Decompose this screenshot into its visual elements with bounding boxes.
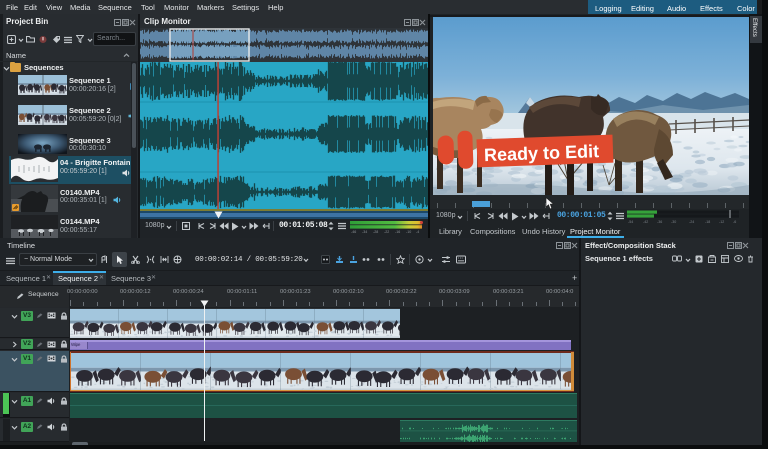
svg-text:-12: -12 <box>719 220 724 224</box>
svg-text:-16: -16 <box>395 230 400 234</box>
svg-text:-34: -34 <box>362 230 367 234</box>
svg-text:Effects: Effects <box>751 18 758 37</box>
svg-text:-54: -54 <box>628 220 633 224</box>
svg-text:-6: -6 <box>733 220 736 224</box>
svg-text:-22: -22 <box>384 230 389 234</box>
svg-text:Ready to Edit: Ready to Edit <box>484 141 600 165</box>
svg-text:-10: -10 <box>406 230 411 234</box>
svg-text:-4: -4 <box>416 230 419 234</box>
svg-text:-28: -28 <box>373 230 378 234</box>
svg-text:-30: -30 <box>671 220 676 224</box>
svg-text:-24: -24 <box>689 220 694 224</box>
svg-text:-46: -46 <box>351 230 356 234</box>
svg-text:-18: -18 <box>705 220 710 224</box>
svg-text:-42: -42 <box>643 220 648 224</box>
svg-text:-36: -36 <box>657 220 662 224</box>
